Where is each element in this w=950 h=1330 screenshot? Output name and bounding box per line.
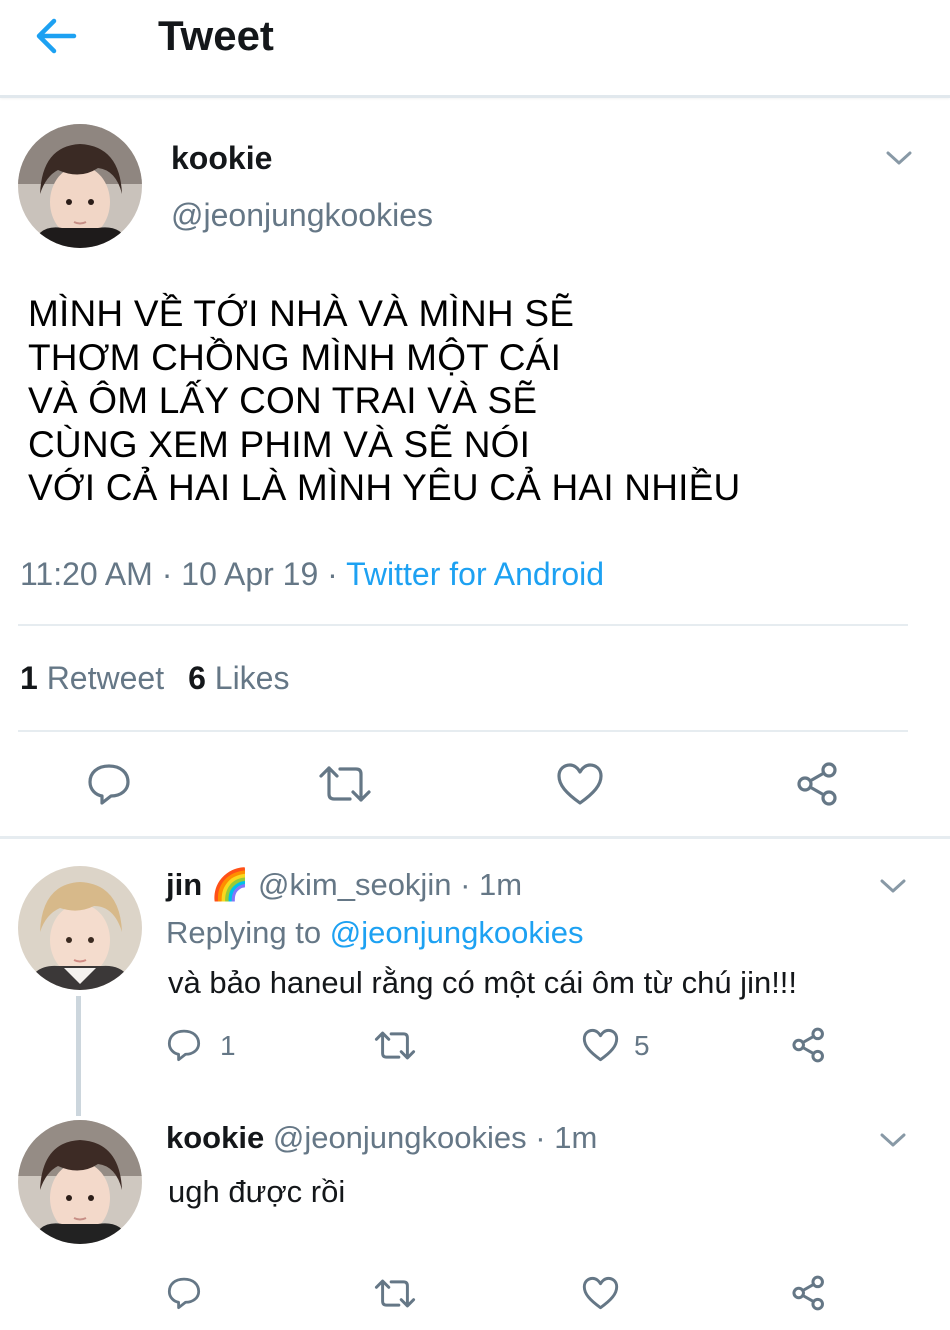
- rainbow-emoji: 🌈: [210, 867, 250, 902]
- reply-button[interactable]: [166, 1028, 202, 1062]
- retweet-icon: [319, 766, 371, 802]
- reply-time[interactable]: 1m: [479, 867, 522, 902]
- reply-icon: [88, 764, 130, 805]
- author-handle[interactable]: @jeonjungkookies: [171, 197, 433, 234]
- like-button[interactable]: [582, 1276, 619, 1310]
- tweet-meta: 11:20 AM · 10 Apr 19 · Twitter for Andro…: [20, 556, 604, 593]
- replying-to-handle[interactable]: @jeonjungkookies: [330, 915, 584, 950]
- replying-to-prefix: Replying to: [166, 915, 322, 950]
- like-button[interactable]: [556, 762, 604, 806]
- divider: [18, 730, 908, 732]
- reply-author-name[interactable]: kookie: [166, 1120, 264, 1155]
- reply-time[interactable]: 1m: [554, 1120, 597, 1155]
- reply-icon: [167, 1277, 201, 1310]
- page-title: Tweet: [158, 12, 274, 59]
- reply-author-handle[interactable]: @jeonjungkookies: [273, 1120, 527, 1155]
- tweet-date: 10 Apr 19: [181, 556, 319, 592]
- share-button[interactable]: [790, 1026, 828, 1064]
- reply-header: jin 🌈 @kim_seokjin · 1m: [166, 866, 522, 903]
- avatar-kookie[interactable]: [18, 124, 142, 248]
- share-button[interactable]: [790, 1274, 828, 1312]
- divider: [0, 836, 950, 839]
- share-icon: [797, 762, 837, 806]
- retweet-icon: [374, 1279, 416, 1308]
- back-button[interactable]: [30, 14, 80, 58]
- likes-label: Likes: [214, 660, 290, 696]
- reply-menu-button[interactable]: [878, 1130, 908, 1150]
- reply-separator: ·: [460, 867, 471, 902]
- tweet-menu-button[interactable]: [884, 148, 914, 168]
- share-icon: [792, 1027, 824, 1063]
- reply-text: và bảo haneul rằng có một cái ôm từ chú …: [168, 965, 798, 1000]
- retweet-count: 1: [20, 660, 38, 696]
- retweet-icon: [374, 1031, 416, 1060]
- meta-separator: ·: [161, 556, 173, 592]
- replying-to: Replying to @jeonjungkookies: [166, 915, 584, 951]
- like-icon: [582, 1028, 619, 1062]
- reply-author-name[interactable]: jin: [166, 867, 202, 902]
- likes-stat[interactable]: 6 Likes: [188, 660, 289, 696]
- likes-count: 6: [188, 660, 206, 696]
- author-name[interactable]: kookie: [171, 140, 272, 177]
- top-bar: Tweet: [0, 0, 950, 98]
- reply-count: 1: [220, 1030, 236, 1061]
- reply-button[interactable]: [166, 1276, 202, 1310]
- chevron-down-icon: [880, 879, 906, 893]
- like-button[interactable]: [582, 1028, 619, 1062]
- avatar-kookie[interactable]: [18, 1120, 142, 1244]
- thread-connector: [76, 996, 81, 1116]
- reply-button[interactable]: [86, 762, 132, 806]
- tweet-time: 11:20 AM: [20, 556, 153, 592]
- reply-author-handle[interactable]: @kim_seokjin: [258, 867, 451, 902]
- tweet-stats: 1 Retweet 6 Likes: [20, 660, 289, 697]
- reply-text: ugh được rồi: [168, 1174, 346, 1209]
- share-button[interactable]: [794, 760, 842, 808]
- retweet-button[interactable]: [374, 1030, 416, 1061]
- like-icon: [557, 763, 603, 805]
- back-arrow-icon: [36, 18, 77, 54]
- retweet-button[interactable]: [318, 764, 372, 804]
- chevron-down-icon: [886, 151, 912, 165]
- reply-icon: [167, 1029, 201, 1062]
- divider: [18, 624, 908, 626]
- retweet-stat[interactable]: 1 Retweet: [20, 660, 164, 696]
- reply-separator: ·: [535, 1120, 546, 1155]
- retweet-button[interactable]: [374, 1278, 416, 1309]
- chevron-down-icon: [880, 1133, 906, 1147]
- avatar-jin[interactable]: [18, 866, 142, 990]
- reply-header: kookie @jeonjungkookies · 1m: [166, 1120, 597, 1156]
- reply-menu-button[interactable]: [878, 876, 908, 896]
- meta-separator: ·: [327, 556, 338, 592]
- tweet-source-link[interactable]: Twitter for Android: [346, 556, 604, 592]
- like-count: 5: [634, 1030, 650, 1061]
- like-icon: [582, 1276, 619, 1310]
- retweet-label: Retweet: [46, 660, 165, 696]
- tweet-text: MÌNH VỀ TỚI NHÀ VÀ MÌNH SẼ THƠM CHỒNG MÌ…: [28, 293, 741, 508]
- share-icon: [792, 1275, 824, 1311]
